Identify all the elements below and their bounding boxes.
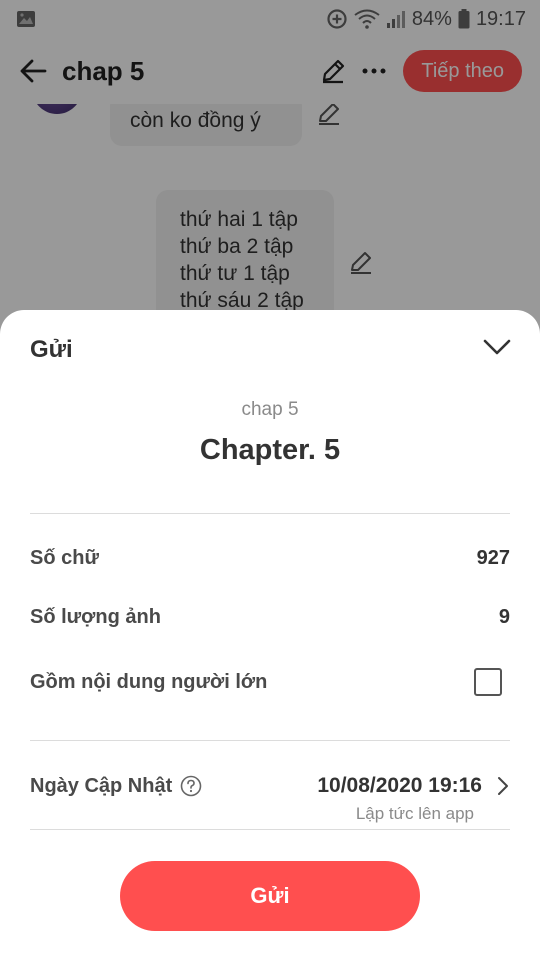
image-count-value: 9 [498,606,510,628]
adult-content-label: Gồm nội dung người lớn [30,670,268,693]
update-date-row[interactable]: Ngày Cập Nhật 10/08/2020 19:16 [30,774,510,798]
word-count-label: Số chữ [30,547,99,569]
chevron-down-icon[interactable] [482,336,512,358]
update-date-label: Ngày Cập Nhật [30,774,173,797]
chevron-right-icon [498,777,508,795]
publish-bottom-sheet: Gửi chap 5 Chapter. 5 Số chữ 927 Số lượn… [0,310,540,960]
adult-content-row: Gồm nội dung người lớn [30,668,510,696]
publish-timing-text: Lập tức lên app [355,804,474,823]
sheet-title: Gửi [30,336,73,363]
image-count-row: Số lượng ảnh 9 [30,606,510,629]
chapter-name: Chapter. 5 [199,434,341,466]
chapter-subtitle: chap 5 [241,399,299,420]
adult-content-checkbox[interactable] [474,668,502,696]
update-date-value: 10/08/2020 19:16 [317,774,482,797]
divider [30,513,510,514]
divider [30,740,510,741]
help-icon[interactable] [180,775,202,797]
image-count-label: Số lượng ảnh [30,606,161,628]
word-count-value: 927 [476,547,510,569]
divider [30,829,510,830]
word-count-row: Số chữ 927 [30,547,510,570]
send-button[interactable]: Gửi [120,861,420,931]
